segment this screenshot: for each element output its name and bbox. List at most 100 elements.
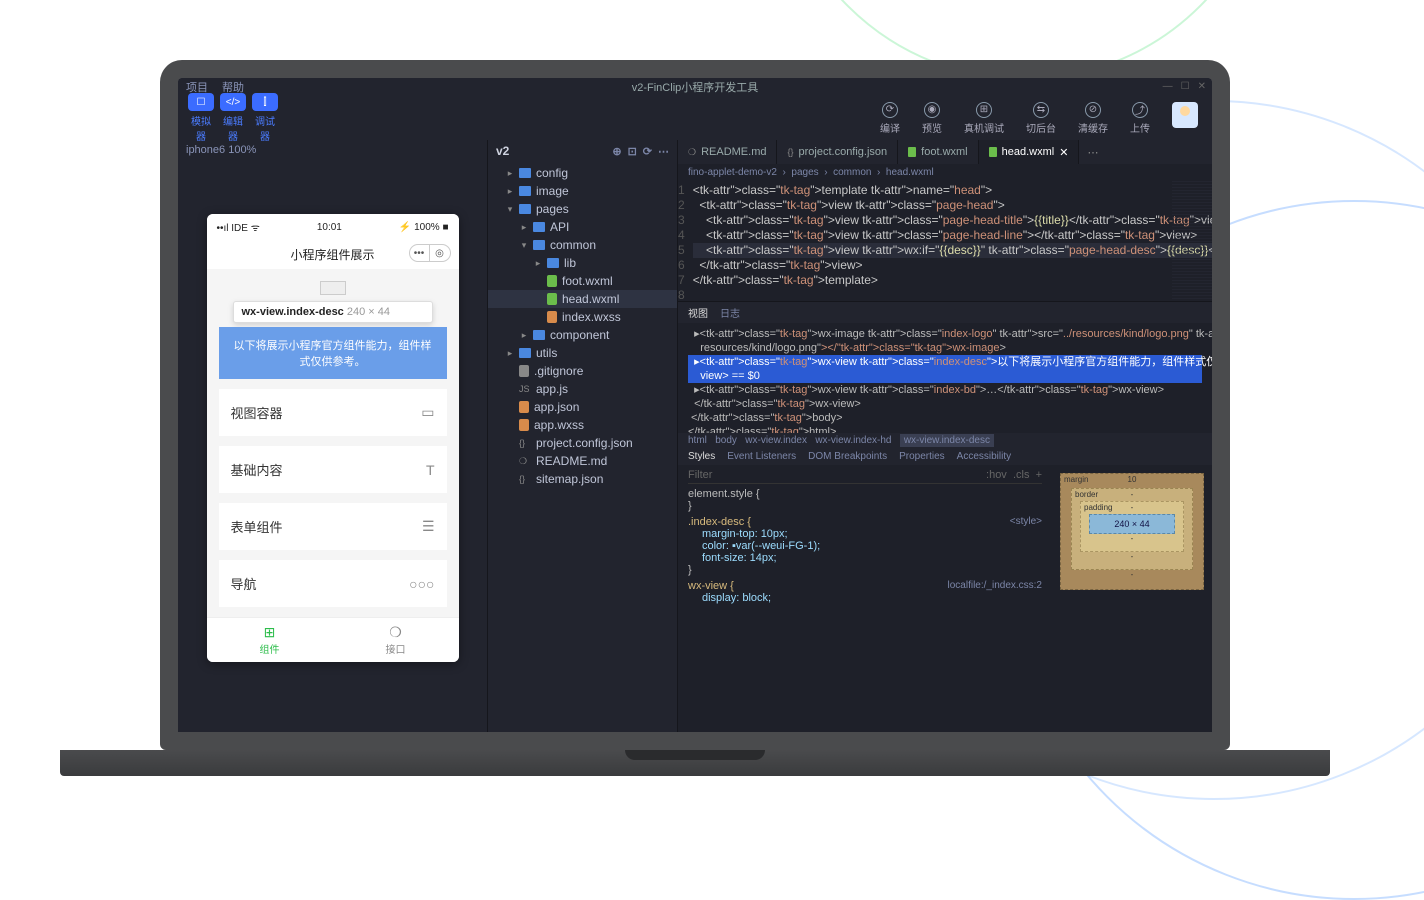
devtools-tab[interactable]: 日志 <box>720 305 740 320</box>
dom-node[interactable]: </tk-attr">class="tk-tag">html> <box>688 425 1202 433</box>
capsule-menu-icon[interactable]: ••• <box>410 245 430 261</box>
css-property[interactable]: margin-top: 10px; <box>688 528 1042 540</box>
file-node[interactable]: JSapp.js <box>488 380 677 398</box>
styles-tab[interactable]: Event Listeners <box>727 451 796 462</box>
maximize-button[interactable]: ☐ <box>1181 81 1190 92</box>
editor-tab[interactable]: {}project.config.json <box>777 140 898 164</box>
folder-node[interactable]: ▾common <box>488 236 677 254</box>
styles-tab[interactable]: Styles <box>688 451 715 462</box>
box-model[interactable]: margin 10 border - padding - 240 × 4 <box>1052 465 1212 732</box>
tabbar-item[interactable]: ❍接口 <box>333 618 459 662</box>
mode-editor-button[interactable]: </> <box>220 93 246 111</box>
node-label: app.json <box>534 400 579 414</box>
hov-toggle[interactable]: :hov <box>986 469 1007 481</box>
close-button[interactable]: ✕ <box>1198 81 1206 92</box>
crumb-item[interactable]: html <box>688 435 707 446</box>
css-property[interactable]: display: block; <box>688 592 1042 604</box>
code-editor[interactable]: 12345678 <tk-attr">class="tk-tag">templa… <box>678 181 1212 301</box>
menu-item[interactable]: 导航○○○ <box>219 560 447 607</box>
dom-node[interactable]: </tk-attr">class="tk-tag">body> <box>688 411 1202 425</box>
menu-item[interactable]: 视图容器▭ <box>219 389 447 436</box>
tree-action-button[interactable]: ⋯ <box>658 145 669 158</box>
file-node[interactable]: ❍README.md <box>488 452 677 470</box>
css-source-link[interactable]: localfile:/_index.css:2 <box>948 580 1043 591</box>
breadcrumb[interactable]: fino-applet-demo-v2 › pages › common › h… <box>678 164 1212 181</box>
styles-filter[interactable]: Filter <box>688 469 712 481</box>
css-property[interactable]: color: ▪var(--weui-FG-1); <box>688 540 1042 552</box>
devtools-tab[interactable]: 视图 <box>688 305 708 320</box>
toolbar-button-清缓存[interactable]: ⊘清缓存 <box>1078 102 1108 135</box>
cls-toggle[interactable]: .cls <box>1013 469 1030 481</box>
add-rule-button[interactable]: + <box>1036 469 1042 481</box>
mode-simulator-button[interactable]: ☐ <box>188 93 214 111</box>
status-battery: ⚡ 100% ■ <box>399 222 449 233</box>
crumb-item[interactable]: wx-view.index-hd <box>815 435 891 446</box>
editor-tab[interactable]: foot.wxml <box>898 140 978 164</box>
folder-node[interactable]: ▸component <box>488 326 677 344</box>
file-node[interactable]: {}project.config.json <box>488 434 677 452</box>
folder-node[interactable]: ▸image <box>488 182 677 200</box>
tab-overflow-button[interactable]: ⋯ <box>1079 140 1106 164</box>
chevron-icon: ▸ <box>506 348 514 359</box>
styles-tab[interactable]: Accessibility <box>957 451 1011 462</box>
capsule-close-icon[interactable]: ◎ <box>430 245 450 261</box>
crumb-item[interactable]: body <box>715 435 737 446</box>
dom-node[interactable]: ▸<tk-attr">class="tk-tag">wx-view tk-att… <box>688 355 1202 369</box>
file-node[interactable]: head.wxml <box>488 290 677 308</box>
minimap[interactable] <box>1172 181 1212 301</box>
menu-item[interactable]: 基础内容T <box>219 446 447 493</box>
toolbar-button-切后台[interactable]: ⇆切后台 <box>1026 102 1056 135</box>
toolbar-button-上传[interactable]: ⤴上传 <box>1130 102 1150 135</box>
file-node[interactable]: index.wxss <box>488 308 677 326</box>
dom-node[interactable]: ▸<tk-attr">class="tk-tag">wx-image tk-at… <box>688 327 1202 341</box>
toolbar-label: 上传 <box>1130 120 1150 135</box>
minimize-button[interactable]: — <box>1163 81 1173 92</box>
tree-action-button[interactable]: ⊕ <box>612 145 621 158</box>
styles-pane[interactable]: Filter :hov .cls + element.style { <box>678 465 1052 732</box>
file-node[interactable]: app.wxss <box>488 416 677 434</box>
css-property[interactable]: font-size: 14px; <box>688 552 1042 564</box>
toolbar-button-真机调试[interactable]: ⊞真机调试 <box>964 102 1004 135</box>
file-node[interactable]: .gitignore <box>488 362 677 380</box>
file-node[interactable]: app.json <box>488 398 677 416</box>
highlighted-element[interactable]: 以下将展示小程序官方组件能力，组件样式仅供参考。 <box>219 327 447 379</box>
folder-node[interactable]: ▸utils <box>488 344 677 362</box>
css-source-link[interactable]: <style> <box>1010 516 1042 527</box>
device-label[interactable]: iphone6 100% <box>178 140 487 160</box>
css-selector[interactable]: .index-desc { <box>688 516 1042 528</box>
file-node[interactable]: foot.wxml <box>488 272 677 290</box>
tabbar-item[interactable]: ⊞组件 <box>207 618 333 662</box>
avatar[interactable] <box>1172 102 1198 128</box>
folder-node[interactable]: ▸API <box>488 218 677 236</box>
dom-tree[interactable]: ▸<tk-attr">class="tk-tag">wx-image tk-at… <box>678 323 1212 433</box>
styles-tab[interactable]: Properties <box>899 451 945 462</box>
editor-tab[interactable]: head.wxml✕ <box>979 140 1080 164</box>
dom-node[interactable]: resources/kind/logo.png"></"tk-attr">cla… <box>688 341 1202 355</box>
dom-node[interactable]: ▸<tk-attr">class="tk-tag">wx-view tk-att… <box>688 383 1202 397</box>
dom-node[interactable]: </tk-attr">class="tk-tag">wx-view> <box>688 397 1202 411</box>
dom-node[interactable]: view> == $0 <box>688 369 1202 383</box>
dom-breadcrumb[interactable]: html body wx-view.index wx-view.index-hd… <box>678 433 1212 448</box>
tooltip-element: wx-view.index-desc <box>242 306 344 318</box>
menu-item[interactable]: 表单组件☰ <box>219 503 447 550</box>
editor-panel: ❍README.md{}project.config.jsonfoot.wxml… <box>678 140 1212 732</box>
styles-tab[interactable]: DOM Breakpoints <box>808 451 887 462</box>
element-style[interactable]: element.style { <box>688 488 1042 500</box>
mode-simulator-label: 模拟器 <box>188 113 214 143</box>
editor-tab[interactable]: ❍README.md <box>678 140 777 164</box>
file-node[interactable]: {}sitemap.json <box>488 470 677 488</box>
tree-action-button[interactable]: ⊡ <box>628 145 637 158</box>
tab-close-icon[interactable]: ✕ <box>1059 146 1068 159</box>
folder-node[interactable]: ▸lib <box>488 254 677 272</box>
folder-node[interactable]: ▾pages <box>488 200 677 218</box>
capsule[interactable]: ••• ◎ <box>409 244 451 262</box>
folder-node[interactable]: ▸config <box>488 164 677 182</box>
mode-debugger-button[interactable]: ⫿ <box>252 93 278 111</box>
crumb-item[interactable]: wx-view.index-desc <box>900 434 994 447</box>
toolbar-button-预览[interactable]: ◉预览 <box>922 102 942 135</box>
crumb-item[interactable]: wx-view.index <box>745 435 807 446</box>
toolbar-button-编译[interactable]: ⟳编译 <box>880 102 900 135</box>
tree-action-button[interactable]: ⟳ <box>643 145 652 158</box>
node-label: index.wxss <box>562 310 621 324</box>
project-root[interactable]: v2 <box>496 144 509 158</box>
